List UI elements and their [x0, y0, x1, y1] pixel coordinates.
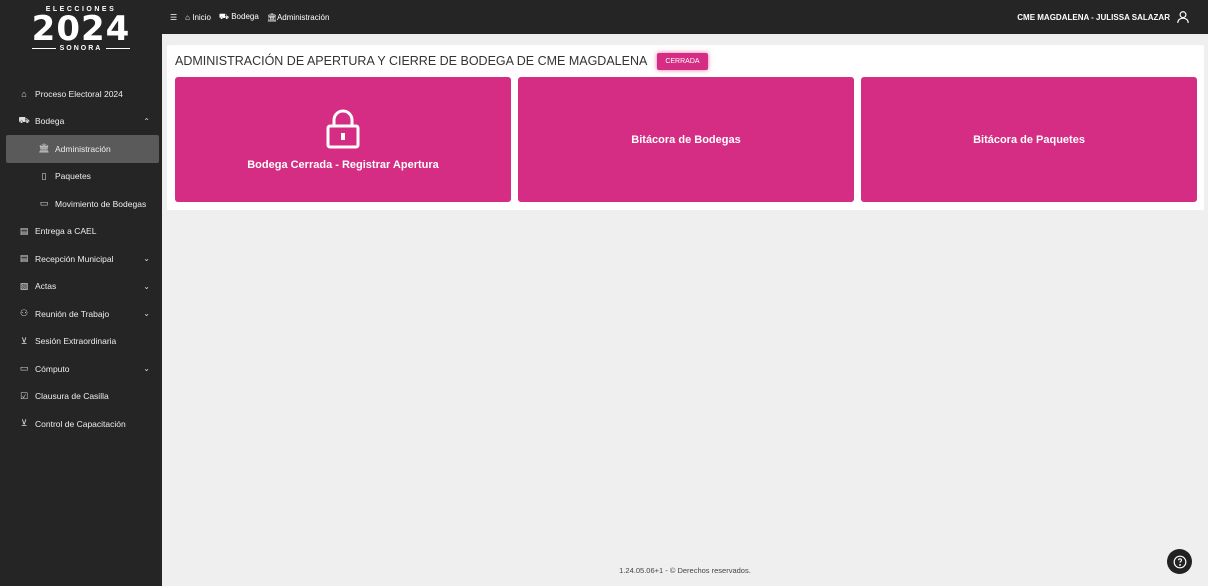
clipboard-icon: ▤ — [19, 253, 29, 264]
podium-icon: ⊻ — [20, 418, 28, 429]
help-button[interactable] — [1167, 549, 1192, 574]
main-panel: ADMINISTRACIÓN DE APERTURA Y CIERRE DE B… — [167, 45, 1204, 210]
document-icon: ▯ — [41, 170, 47, 181]
sidebar-item-label: Proceso Electoral 2024 — [35, 88, 123, 99]
chevron-up-icon: ⌃ — [143, 116, 150, 126]
rectangle-icon: ▭ — [39, 198, 49, 209]
breadcrumb-home[interactable]: ⌂ Inicio — [185, 13, 211, 22]
breadcrumb-label: Administración — [276, 12, 330, 22]
laptop-icon: ▭ — [19, 363, 29, 374]
podium-icon: ⊻ — [20, 335, 28, 346]
sidebar-item-label: Reunión de Trabajo — [35, 308, 110, 319]
chevron-down-icon: ⌄ — [143, 364, 150, 374]
chevron-down-icon: ⌄ — [143, 254, 150, 264]
status-badge: CERRADA — [657, 52, 708, 70]
sidebar-item-administracion[interactable]: 🏛 Administración — [6, 135, 159, 163]
breadcrumb-label: Bodega — [231, 12, 259, 21]
breadcrumb-label: Inicio — [192, 12, 211, 22]
sidebar-item-label: Paquetes — [55, 171, 91, 182]
sidebar-item-label: Actas — [35, 281, 57, 292]
sidebar-item-actas[interactable]: ▧ Actas ⌄ — [0, 273, 162, 301]
sidebar-item-label: Control de Capacitación — [35, 418, 126, 429]
chevron-down-icon: ⌄ — [143, 281, 150, 291]
home-icon: ⌂ — [21, 88, 27, 99]
chevron-down-icon: ⌄ — [143, 309, 150, 319]
sidebar-nav: ⌂ Proceso Electoral 2024 ⛟ Bodega ⌃ 🏛 Ad… — [0, 80, 162, 438]
people-icon: ⚇ — [19, 308, 29, 319]
breadcrumb-administracion[interactable]: 🏛Administración — [267, 13, 330, 22]
sidebar-item-movimiento-de-bodegas[interactable]: ▭ Movimiento de Bodegas — [0, 190, 162, 218]
register-opening-card[interactable]: Bodega Cerrada - Registrar Apertura — [175, 77, 511, 202]
breadcrumb: ☰ ⌂ Inicio ⛟ Bodega 🏛Administración — [162, 12, 329, 22]
sidebar-item-label: Bodega — [35, 116, 65, 127]
sidebar-item-clausura-de-casilla[interactable]: ☑ Clausura de Casilla — [0, 383, 162, 411]
logo-bottom-text: SONORA — [59, 45, 103, 52]
menu-toggle-icon[interactable]: ☰ — [170, 13, 177, 22]
page-title: ADMINISTRACIÓN DE APERTURA Y CIERRE DE B… — [175, 52, 708, 70]
card-label: Bitácora de Paquetes — [973, 133, 1085, 146]
paquetes-log-card[interactable]: Bitácora de Paquetes — [861, 77, 1197, 202]
sidebar-item-label: Cómputo — [35, 363, 70, 374]
sidebar-item-sesion-extraordinaria[interactable]: ⊻ Sesión Extraordinaria — [0, 328, 162, 356]
sidebar-item-recepcion-municipal[interactable]: ▤ Recepción Municipal ⌄ — [0, 245, 162, 273]
sidebar-item-label: Movimiento de Bodegas — [55, 198, 147, 209]
sidebar-item-label: Sesión Extraordinaria — [35, 336, 117, 347]
sidebar-item-reunion-de-trabajo[interactable]: ⚇ Reunión de Trabajo ⌄ — [0, 300, 162, 328]
top-bar: ☰ ⌂ Inicio ⛟ Bodega 🏛Administración CME … — [162, 0, 1208, 34]
clipboard-icon: ▤ — [19, 225, 29, 236]
checklist-icon: ☑ — [19, 390, 29, 401]
elecciones-2024-logo: ELECCIONES 2024 SONORA — [0, 0, 162, 72]
user-menu[interactable]: CME MAGDALENA - JULISSA SALAZAR — [1017, 0, 1190, 34]
user-name: CME MAGDALENA - JULISSA SALAZAR — [1017, 12, 1170, 22]
sidebar-item-bodega[interactable]: ⛟ Bodega ⌃ — [0, 108, 162, 136]
sidebar-item-paquetes[interactable]: ▯ Paquetes — [0, 163, 162, 191]
bank-icon: 🏛 — [38, 143, 50, 154]
question-icon — [1173, 555, 1186, 568]
sidebar-item-proceso-electoral[interactable]: ⌂ Proceso Electoral 2024 — [0, 80, 162, 108]
breadcrumb-bodega[interactable]: ⛟ Bodega — [219, 12, 259, 22]
user-icon — [1177, 11, 1189, 23]
sidebar-item-label: Recepción Municipal — [35, 253, 114, 264]
lock-icon — [326, 109, 360, 148]
sidebar-item-entrega-cael[interactable]: ▤ Entrega a CAEL — [0, 218, 162, 246]
logo-bottom: SONORA — [31, 45, 131, 52]
warehouse-icon: ⛟ — [18, 115, 30, 126]
card-label: Bitácora de Bodegas — [631, 133, 741, 146]
page-title-text: ADMINISTRACIÓN DE APERTURA Y CIERRE DE B… — [175, 54, 648, 68]
sidebar: ELECCIONES 2024 SONORA ⌂ Proceso Elector… — [0, 0, 162, 586]
sidebar-item-label: Administración — [55, 143, 111, 154]
card-label: Bodega Cerrada - Registrar Apertura — [247, 158, 439, 171]
bodegas-log-card[interactable]: Bitácora de Bodegas — [518, 77, 854, 202]
sidebar-item-label: Clausura de Casilla — [35, 391, 109, 402]
footer: 1.24.05.06+1 - © Derechos reservados. — [619, 566, 751, 575]
sidebar-item-computo[interactable]: ▭ Cómputo ⌄ — [0, 355, 162, 383]
sidebar-item-label: Entrega a CAEL — [35, 226, 97, 237]
sidebar-item-control-de-capacitacion[interactable]: ⊻ Control de Capacitación — [0, 410, 162, 438]
file-icon: ▧ — [19, 280, 29, 291]
logo-year: 2024 — [31, 9, 131, 49]
